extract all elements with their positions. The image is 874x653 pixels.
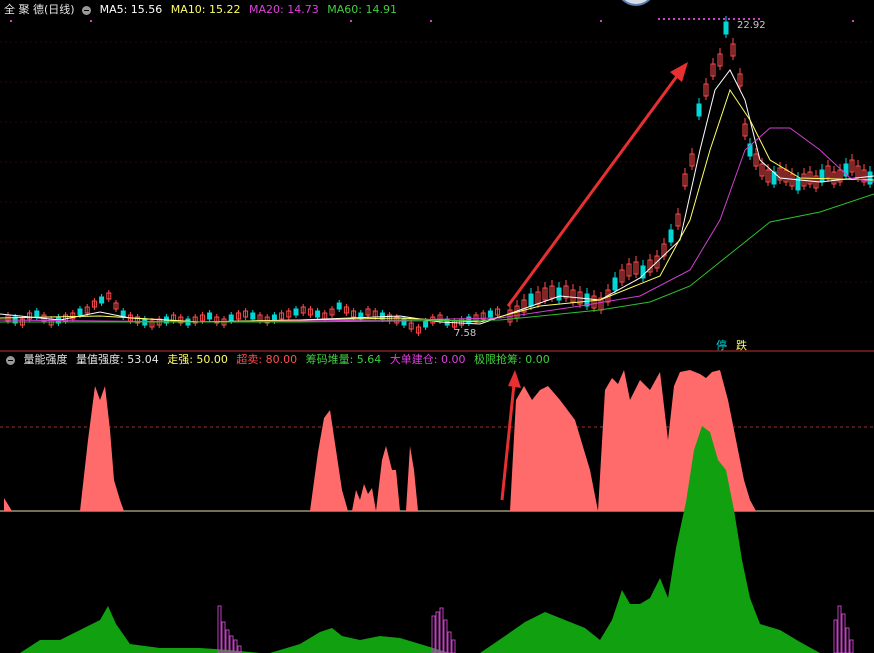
signal-dot [852,20,854,22]
stock-title: 全 聚 德(日线) [4,3,75,16]
candle-body [228,314,234,322]
ma10-label: MA10: 15.22 [170,3,241,16]
candle-body [250,312,256,320]
signal-dot [723,18,725,20]
ma5-line [0,69,874,325]
signal-dot [663,18,665,20]
price-grid [0,18,874,512]
signal-dot [683,18,685,20]
signal-dot [678,18,680,20]
indicator-name: 量能强度 [23,353,68,366]
collapse-circle-icon[interactable] [6,355,15,365]
signal-dot [430,20,432,22]
chip-area [20,606,260,653]
big-order-bar [217,605,222,653]
big-order-bar [841,613,846,653]
signal-dot [693,18,695,20]
strength-area [376,446,400,511]
candle-body [528,293,534,307]
candle-body [34,310,40,318]
up-arrow-icon [508,370,521,388]
high-price-label: 22.92 [737,20,766,31]
moving-average-lines [0,69,874,325]
grab-value: 极限抢筹: 0.00 [474,353,550,366]
strength-area [352,484,376,511]
main-chart-header: 全 聚 德(日线) MA5: 15.56 MA10: 15.22 MA20: 1… [4,2,402,18]
signal-dot [713,18,715,20]
signal-dot [673,18,675,20]
signal-dot [350,20,352,22]
signal-dot [10,20,12,22]
big-order-bar [225,629,230,653]
ma60-line [0,193,874,323]
candle-body [315,310,321,318]
signal-dot [698,18,700,20]
ma5-label: MA5: 15.56 [99,3,163,16]
candle-body [819,169,825,183]
signal-dot [728,18,730,20]
big-order-value: 大单建仓: 0.00 [389,353,466,366]
candle-body [99,296,105,304]
strong-value: 走强: 50.00 [167,353,228,366]
big-order-bar [447,631,452,653]
ma60-label: MA60: 14.91 [327,3,397,16]
ma20-label: MA20: 14.73 [249,3,319,16]
candle-body [556,287,562,301]
big-order-bar [443,619,448,653]
big-order-bar [451,639,456,653]
ma20-line [0,127,874,323]
candle-body [696,103,702,117]
candle-body [336,302,342,310]
oversold-value: 超卖: 80.00 [236,353,298,366]
candle-body [487,310,493,318]
signal-dot [668,18,670,20]
strength-area [4,498,12,511]
big-order-bar [837,605,842,653]
indicator-header: 量能强度 量值强度: 53.04 走强: 50.00 超卖: 80.00 筹码堆… [4,352,555,368]
candle-body [207,312,213,320]
candle-body [77,308,83,316]
big-order-bar [849,639,854,653]
signal-dot [718,18,720,20]
signal-dot [90,20,92,22]
candle-body [867,171,873,185]
strength-area [80,386,124,511]
chart-canvas [0,16,874,653]
low-price-label: 7.58 [454,328,477,339]
chip-value: 筹码堆量: 5.64 [305,353,382,366]
trend-arrow-line [506,71,682,307]
big-order-bar [431,615,436,653]
candle-body [668,229,674,243]
candle-body [723,21,729,35]
collapse-circle-icon[interactable] [82,5,92,15]
signal-dot [708,18,710,20]
candle-body [612,277,618,291]
big-order-bar [435,611,440,653]
big-order-bar [833,619,838,653]
strength-value: 量值强度: 53.04 [76,353,159,366]
candle-body [293,308,299,316]
big-order-bar [439,607,444,653]
candle-body [423,320,429,328]
chip-area [270,628,450,653]
signal-dot [703,18,705,20]
strength-area [310,410,348,511]
signal-stop: 停 [716,339,727,352]
signal-dot [658,18,660,20]
big-order-bar [845,627,850,653]
big-order-bar [221,621,226,653]
up-arrow-icon [670,62,688,82]
candlesticks [5,16,873,336]
signal-dot [688,18,690,20]
strength-area [406,446,418,511]
signal-dot [600,20,602,22]
signal-fall: 跌 [736,339,747,352]
signal-dot [733,18,735,20]
